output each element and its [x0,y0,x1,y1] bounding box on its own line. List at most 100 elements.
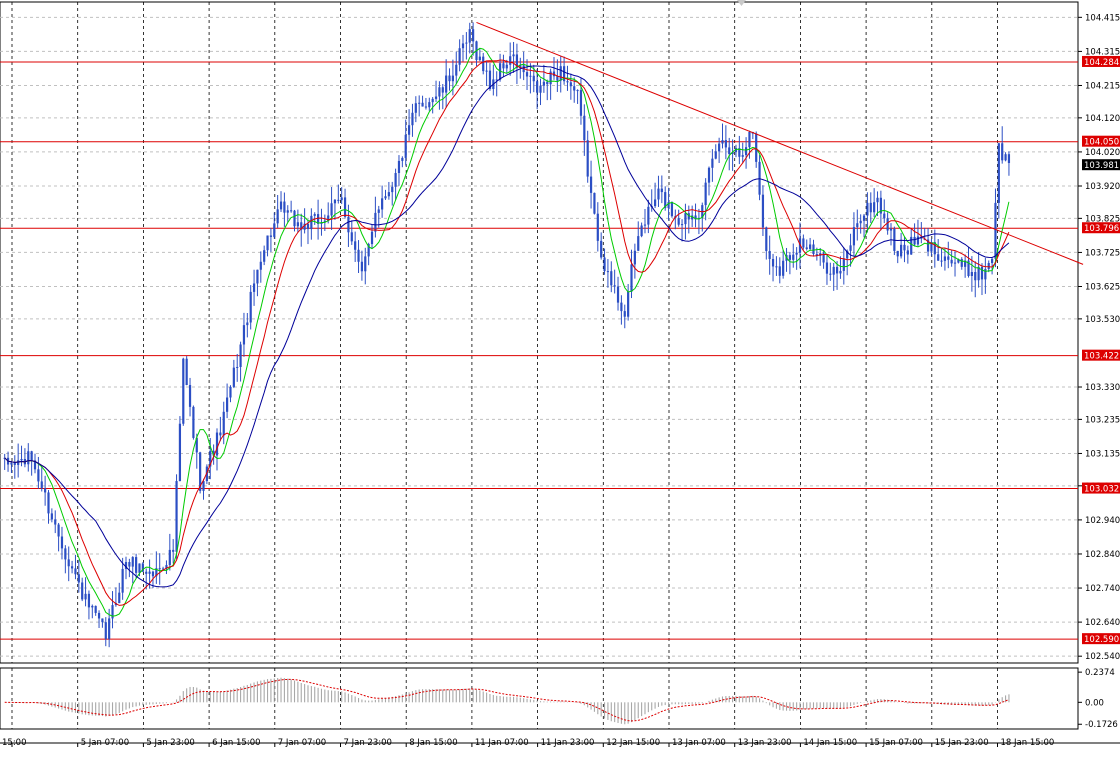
candle-body[interactable] [222,411,225,436]
candle-body[interactable] [249,291,252,323]
candle-body[interactable] [407,125,411,135]
candle-body[interactable] [448,75,451,82]
candle-body[interactable] [273,223,276,237]
candle-body[interactable] [603,257,606,272]
candle-body[interactable] [704,182,707,206]
candle-body[interactable] [108,618,111,639]
candle-body[interactable] [350,232,353,242]
candle-body[interactable] [131,557,134,567]
candle-body[interactable] [279,201,283,210]
candle-body[interactable] [778,266,781,276]
candle-body[interactable] [569,82,572,87]
candle-body[interactable] [472,29,475,42]
candle-body[interactable] [135,557,138,573]
candle-body[interactable] [333,199,337,204]
candle-body[interactable] [852,227,856,246]
candle-body[interactable] [269,235,273,237]
candle-body[interactable] [583,115,586,141]
candle-body[interactable] [647,206,650,225]
candle-body[interactable] [313,214,316,216]
candle-body[interactable] [980,266,984,280]
candle-body[interactable] [903,244,906,251]
candle-body[interactable] [252,283,256,292]
candle-body[interactable] [889,228,893,231]
candle-body[interactable] [64,548,67,560]
candle-body[interactable] [259,261,262,270]
candle-body[interactable] [94,605,97,613]
candle-body[interactable] [17,460,20,465]
candle-body[interactable] [394,173,397,187]
candle-body[interactable] [573,86,576,91]
candle-body[interactable] [54,519,57,525]
candle-body[interactable] [44,488,47,493]
candle-body[interactable] [984,268,987,280]
candle-body[interactable] [377,209,380,213]
candle-body[interactable] [354,241,357,250]
candle-body[interactable] [950,259,953,264]
candle-body[interactable] [424,106,428,108]
candle-body[interactable] [306,223,310,230]
candle-body[interactable] [876,197,879,203]
candle-body[interactable] [290,210,293,212]
candle-body[interactable] [283,201,286,213]
candle-body[interactable] [256,269,259,284]
candle-body[interactable] [188,385,192,407]
candle-body[interactable] [835,266,839,274]
candle-body[interactable] [458,48,461,65]
candle-body[interactable] [525,72,529,77]
candle-body[interactable] [347,216,350,233]
candle-body[interactable] [866,202,869,216]
candle-body[interactable] [886,218,889,231]
candle-body[interactable] [653,199,657,207]
candle-body[interactable] [87,593,91,608]
candle-body[interactable] [832,266,835,275]
candle-body[interactable] [842,258,845,271]
candle-body[interactable] [775,266,778,268]
candle-body[interactable] [421,102,424,107]
candle-body[interactable] [428,102,431,108]
candle-body[interactable] [418,102,421,104]
candle-body[interactable] [276,209,279,224]
candle-body[interactable] [330,203,333,216]
candle-body[interactable] [81,582,84,600]
candle-body[interactable] [232,367,235,387]
candle-body[interactable] [610,271,613,286]
candle-body[interactable] [172,549,175,552]
candle-body[interactable] [215,432,219,456]
candle-body[interactable] [20,459,23,461]
candle-body[interactable] [576,90,579,92]
candle-body[interactable] [1007,154,1011,164]
candle-body[interactable] [862,215,866,221]
candle-body[interactable] [364,256,367,272]
candle-body[interactable] [896,250,899,257]
candle-body[interactable] [606,271,610,273]
candle-body[interactable] [1001,143,1004,161]
candle-body[interactable] [839,270,842,274]
candle-body[interactable] [771,259,775,267]
candle-body[interactable] [714,151,717,159]
candle-body[interactable] [997,143,1000,203]
candle-body[interactable] [384,196,387,199]
candle-body[interactable] [579,90,583,116]
candle-body[interactable] [337,199,340,201]
candle-body[interactable] [505,64,508,69]
candle-body[interactable] [482,56,485,72]
candle-body[interactable] [559,66,562,81]
candle-body[interactable] [509,56,512,65]
candle-body[interactable] [236,366,239,368]
candle-body[interactable] [953,262,957,264]
candle-body[interactable] [913,236,916,245]
candle-body[interactable] [91,605,94,608]
candle-body[interactable] [441,87,444,93]
candle-body[interactable] [219,432,222,436]
candle-body[interactable] [556,76,559,81]
candle-body[interactable] [546,81,549,85]
candle-body[interactable] [994,202,997,259]
candle-body[interactable] [640,225,643,237]
candle-body[interactable] [1004,154,1007,161]
candle-body[interactable] [478,56,481,61]
candle-body[interactable] [670,202,674,217]
candle-body[interactable] [178,423,182,482]
candle-body[interactable] [633,250,636,265]
candle-body[interactable] [940,260,943,262]
